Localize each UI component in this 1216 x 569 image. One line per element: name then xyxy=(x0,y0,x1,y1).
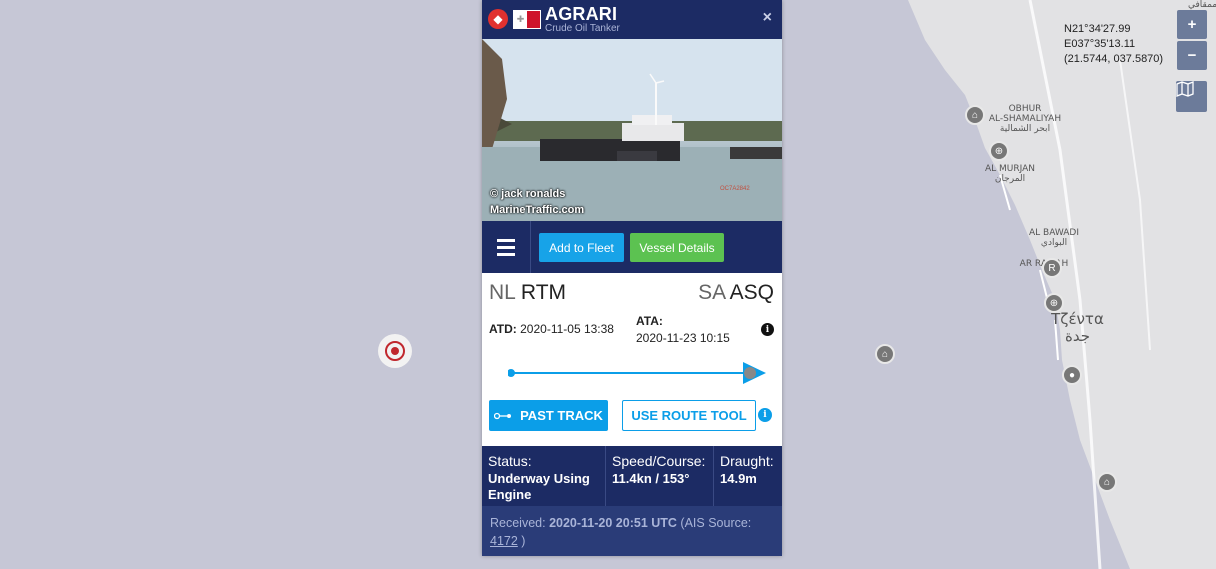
place-name: AL MURJAN xyxy=(984,164,1036,174)
speed-course-label: Speed/Course: xyxy=(612,453,706,469)
anchorage-icon[interactable]: ⊕ xyxy=(1044,293,1064,313)
status-stat: Status: Underway Using Engine xyxy=(482,446,605,506)
ais-suffix: ) xyxy=(521,534,526,548)
place-name-ar: المرجان xyxy=(994,174,1026,184)
draught-stat: Draught: 14.9m xyxy=(713,446,782,506)
place-label-obhur: OBHUR AL-SHAMALIYAH ابحر الشمالية xyxy=(985,104,1065,134)
place-name-ar: جدة xyxy=(1064,327,1090,345)
decimal-coords: (21.5744, 037.5870) xyxy=(1064,53,1164,65)
route-info-icon[interactable]: i xyxy=(758,408,772,422)
track-icon xyxy=(494,412,512,419)
draught-value: 14.9m xyxy=(720,471,757,486)
port-icon[interactable]: ⌂ xyxy=(1097,472,1117,492)
malta-flag-icon: ✚ xyxy=(513,10,541,29)
ais-source-link[interactable]: 4172 xyxy=(490,534,518,548)
destination-port[interactable]: SA ASQ xyxy=(698,281,774,305)
departure-port[interactable]: NL RTM xyxy=(489,281,566,305)
atd-value: 2020-11-05 13:38 xyxy=(520,322,614,336)
vessel-name: AGRARI xyxy=(545,4,618,24)
departure-port-code: RTM xyxy=(520,281,567,304)
photo-code: OC7A2842 xyxy=(720,186,750,192)
map-layers-button[interactable] xyxy=(1176,81,1207,112)
vessel-header: ◆ ✚ AGRARI Crude Oil Tanker × xyxy=(482,0,782,39)
speed-course-value: 11.4kn / 153° xyxy=(612,471,690,486)
port-icon[interactable]: ⌂ xyxy=(875,344,895,364)
atd: ATD: 2020-11-05 13:38 xyxy=(489,322,614,336)
vessel-stats: Status: Underway Using Engine Speed/Cour… xyxy=(482,446,782,506)
user-icon[interactable]: ● xyxy=(1062,365,1082,385)
info-icon[interactable]: i xyxy=(761,323,774,336)
status-label: Status: xyxy=(488,453,532,469)
longitude-dms: E037°35'13.11 xyxy=(1064,38,1136,50)
port-icon[interactable]: ⌂ xyxy=(965,105,985,125)
place-name-ar: البوادي xyxy=(1040,238,1068,248)
departure-country: NL xyxy=(489,281,516,304)
photo-author: © jack ronalds xyxy=(490,188,566,200)
received-info: Received: 2020-11-20 20:51 UTC (AIS Sour… xyxy=(482,506,782,556)
destination-country: SA xyxy=(698,281,725,304)
place-name: AL BAWADI xyxy=(1028,228,1080,238)
add-to-fleet-button[interactable]: Add to Fleet xyxy=(539,233,624,262)
vessel-photo[interactable]: OC7A2842 © jack ronalds MarineTraffic.co… xyxy=(482,39,782,221)
received-label: Received: xyxy=(490,516,546,530)
zoom-controls: + − xyxy=(1177,10,1207,70)
received-value: 2020-11-20 20:51 UTC xyxy=(549,516,677,530)
draught-label: Draught: xyxy=(720,453,774,469)
tanker-type-icon: ◆ xyxy=(488,9,508,29)
place-label-al-murjan: AL MURJAN المرجان xyxy=(980,164,1040,184)
place-name-ar: ابحر الشمالية xyxy=(999,124,1051,134)
vessel-type: Crude Oil Tanker xyxy=(545,23,620,34)
vessel-details-button[interactable]: Vessel Details xyxy=(630,233,724,262)
selected-vessel-marker[interactable] xyxy=(378,334,412,368)
voyage-progress-bar xyxy=(508,362,766,384)
ais-prefix: (AIS Source: xyxy=(680,516,752,530)
place-name: Τζέντα xyxy=(1051,310,1104,328)
anchorage-icon[interactable]: ⊕ xyxy=(989,141,1009,161)
map-layers-icon xyxy=(1176,81,1194,97)
past-track-button[interactable]: PAST TRACK xyxy=(489,400,608,431)
place-name-2: AL-SHAMALIYAH xyxy=(988,114,1062,124)
use-route-tool-button[interactable]: USE ROUTE TOOL xyxy=(622,400,756,431)
menu-icon[interactable] xyxy=(482,221,531,273)
photo-credit: © jack ronalds MarineTraffic.com xyxy=(490,186,584,218)
vessel-info-panel: ◆ ✚ AGRARI Crude Oil Tanker × OC7A2842 ©… xyxy=(482,0,782,556)
close-button[interactable]: × xyxy=(763,9,772,27)
cursor-coordinates: N21°34'27.99 E037°35'13.11 (21.5744, 037… xyxy=(1064,22,1163,67)
ata-label: ATA: xyxy=(636,314,663,328)
latitude-dms: N21°34'27.99 xyxy=(1064,23,1131,35)
place-name: OBHUR xyxy=(1008,104,1042,114)
destination-port-code: ASQ xyxy=(729,281,774,304)
place-label-al-bawadi: AL BAWADI البوادي xyxy=(1024,228,1084,248)
atd-label: ATD: xyxy=(489,322,517,336)
vessel-target-icon xyxy=(385,341,405,361)
marina-icon[interactable]: R xyxy=(1042,258,1062,278)
action-bar: Add to Fleet Vessel Details xyxy=(482,221,782,273)
ata-value: 2020-11-23 10:15 xyxy=(636,331,730,345)
status-value: Underway Using Engine xyxy=(488,471,590,502)
zoom-out-button[interactable]: − xyxy=(1177,41,1207,70)
photo-source: MarineTraffic.com xyxy=(490,204,585,216)
past-track-label: PAST TRACK xyxy=(520,408,603,423)
speed-course-stat: Speed/Course: 11.4kn / 153° xyxy=(605,446,713,506)
voyage-section: NL RTM SA ASQ ATD: 2020-11-05 13:38 ATA:… xyxy=(482,273,782,446)
place-label-jeddah: Τζέντα جدة xyxy=(1045,311,1110,345)
vessel-position-dot xyxy=(744,367,757,379)
zoom-in-button[interactable]: + xyxy=(1177,10,1207,39)
place-label-top: ممقافي xyxy=(1188,0,1216,10)
